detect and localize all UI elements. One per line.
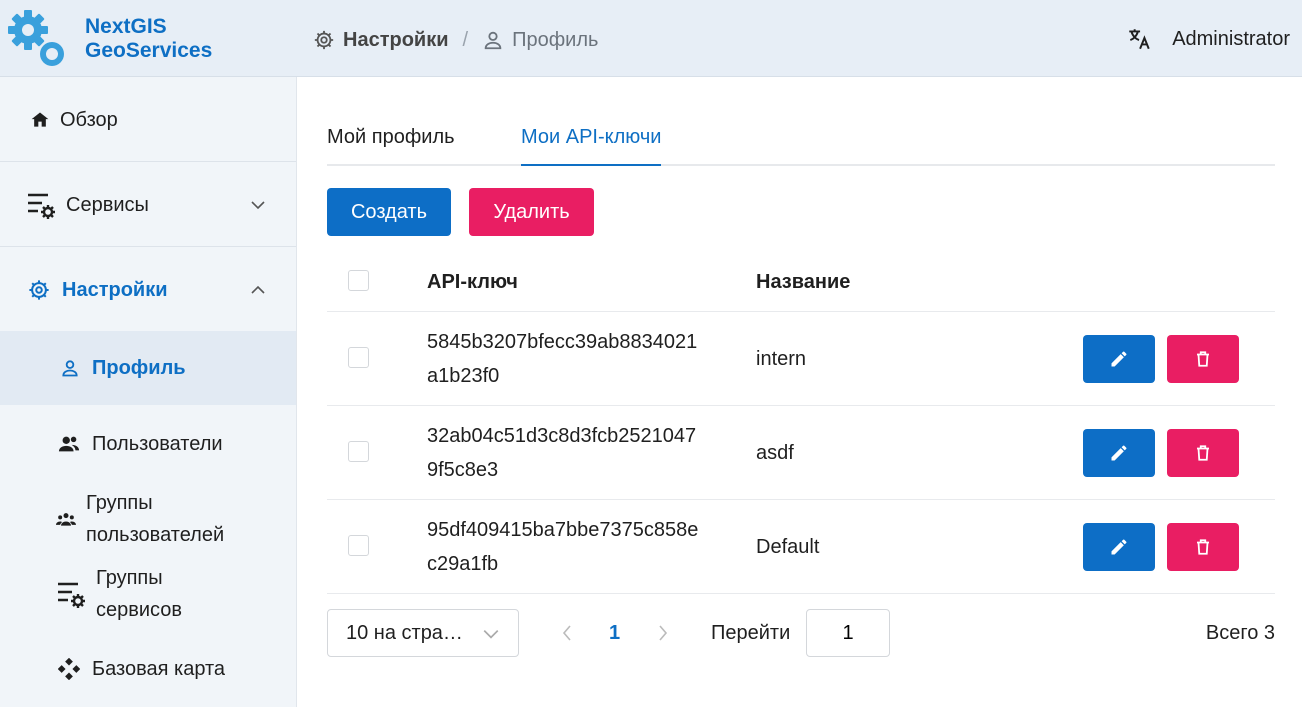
row-checkbox[interactable]	[348, 347, 369, 368]
column-header-key: API-ключ	[427, 271, 518, 293]
table-header: API-ключ Название	[327, 250, 1275, 312]
delete-row-button[interactable]	[1167, 335, 1239, 383]
trash-icon	[1197, 539, 1209, 555]
goto-page-input[interactable]	[806, 609, 890, 657]
tab-my-api-keys[interactable]: Мои API-ключи	[521, 126, 662, 166]
tab-label: Мои API-ключи	[521, 126, 662, 148]
tab-my-profile[interactable]: Мой профиль	[327, 126, 455, 166]
user-icon	[484, 31, 502, 50]
logo-gears-icon[interactable]	[6, 6, 72, 72]
table-row: 32ab04c51d3c8d3fcb2521047 9f5c8e3 asdf	[327, 406, 1275, 500]
sidebar-item-label: Пользователи	[92, 432, 223, 455]
gear-icon	[314, 30, 334, 50]
brand-line2: GeoServices	[85, 39, 213, 62]
gear-icon	[28, 279, 50, 301]
breadcrumb-settings[interactable]: Настройки	[313, 29, 449, 52]
sidebar-item-service-groups[interactable]: Группы сервисов	[0, 562, 296, 626]
service-groups-icon	[56, 579, 88, 609]
page-size-value: 10 на стра…	[346, 621, 463, 644]
pencil-icon	[1111, 445, 1127, 461]
api-key-line2: a1b23f0	[427, 365, 500, 387]
page-size-select[interactable]: 10 на стра…	[327, 609, 519, 657]
sidebar-item-label: Профиль	[92, 356, 186, 379]
breadcrumb-settings-label: Настройки	[343, 28, 449, 51]
sidebar-item-label: Группы сервисов	[96, 562, 182, 626]
pencil-icon	[1111, 351, 1127, 367]
api-key-line1: 95df409415ba7bbe7375c858e	[427, 519, 699, 541]
sidebar-item-label: Сервисы	[66, 193, 149, 216]
chevron-down-icon	[483, 630, 499, 639]
trash-icon	[1197, 445, 1209, 461]
profile-tabs: Мой профиль Мои API-ключи	[327, 120, 1275, 166]
api-key-line1: 32ab04c51d3c8d3fcb2521047	[427, 425, 697, 447]
sidebar-item-label: Настройки	[62, 278, 168, 301]
sidebar-item-settings[interactable]: Настройки	[0, 273, 296, 307]
sidebar-item-overview[interactable]: Обзор	[0, 103, 296, 137]
sidebar-item-profile[interactable]: Профиль	[0, 331, 296, 405]
sidebar-item-label: Базовая карта	[92, 657, 226, 680]
sidebar-item-label: Группы пользователей	[86, 487, 224, 551]
column-header-name: Название	[756, 271, 851, 293]
create-button[interactable]: Создать	[327, 188, 451, 236]
sidebar-item-label-line2: сервисов	[96, 599, 183, 621]
breadcrumb-profile-label: Профиль	[512, 28, 599, 51]
tab-label: Мой профиль	[327, 126, 455, 148]
divider	[0, 161, 296, 162]
edit-button[interactable]	[1083, 429, 1155, 477]
translate-icon[interactable]	[1126, 26, 1152, 52]
edit-button[interactable]	[1083, 523, 1155, 571]
breadcrumb-separator: /	[462, 28, 469, 51]
sidebar-item-user-groups[interactable]: Группы пользователей	[0, 487, 296, 551]
row-checkbox[interactable]	[348, 441, 369, 462]
user-name[interactable]: Administrator	[1172, 28, 1290, 51]
total-count: Всего 3	[1205, 622, 1275, 644]
user-groups-icon	[56, 511, 76, 527]
api-key-value: 95df409415ba7bbe7375c858e c29a1fb	[427, 513, 727, 581]
prev-page-icon[interactable]	[560, 622, 574, 644]
edit-button[interactable]	[1083, 335, 1155, 383]
home-icon	[30, 110, 50, 130]
delete-row-button[interactable]	[1167, 523, 1239, 571]
brand-line1: NextGIS	[85, 15, 167, 38]
sidebar-item-label: Обзор	[60, 108, 118, 131]
pencil-icon	[1111, 539, 1127, 555]
user-icon	[60, 358, 80, 378]
delete-row-button[interactable]	[1167, 429, 1239, 477]
delete-button[interactable]: Удалить	[469, 188, 594, 236]
api-key-name: asdf	[756, 442, 794, 464]
api-key-name: Default	[756, 536, 820, 558]
api-key-value: 32ab04c51d3c8d3fcb2521047 9f5c8e3	[427, 419, 727, 487]
brand-name: NextGIS GeoServices	[85, 15, 212, 63]
users-icon	[58, 434, 80, 454]
breadcrumb: Настройки / Профиль	[313, 28, 598, 52]
sidebar-item-label-line1: Группы	[96, 567, 163, 589]
page-number-current[interactable]: 1	[609, 622, 620, 645]
sidebar-item-label-line2: пользователей	[86, 524, 225, 546]
api-key-line1: 5845b3207bfecc39ab8834021	[427, 331, 698, 353]
sidebar-item-services[interactable]: Сервисы	[0, 187, 296, 223]
api-key-value: 5845b3207bfecc39ab8834021 a1b23f0	[427, 325, 727, 393]
select-all-checkbox[interactable]	[348, 270, 369, 291]
divider	[0, 246, 296, 247]
next-page-icon[interactable]	[656, 622, 670, 644]
goto-label: Перейти	[711, 622, 791, 644]
header-right: Administrator	[1126, 26, 1290, 52]
sidebar: Обзор Сервисы Настройки Профиль Пользова…	[0, 77, 297, 707]
api-key-line2: c29a1fb	[427, 553, 499, 575]
breadcrumb-profile: Профиль	[482, 29, 598, 52]
chevron-up-icon	[251, 285, 265, 294]
row-checkbox[interactable]	[348, 535, 369, 556]
basemap-icon	[58, 658, 80, 680]
api-key-line2: 9f5c8e3	[427, 459, 499, 481]
chevron-down-icon	[251, 201, 265, 210]
services-icon	[26, 190, 58, 220]
app-header: NextGIS GeoServices Настройки / Профиль …	[0, 0, 1302, 77]
trash-icon	[1197, 351, 1209, 367]
api-key-name: intern	[756, 348, 807, 370]
table-row: 5845b3207bfecc39ab8834021 a1b23f0 intern	[327, 312, 1275, 406]
sidebar-item-users[interactable]: Пользователи	[0, 427, 296, 461]
sidebar-item-label-line1: Группы	[86, 492, 153, 514]
sidebar-item-basemap[interactable]: Базовая карта	[0, 652, 296, 686]
table-row: 95df409415ba7bbe7375c858e c29a1fb Defaul…	[327, 500, 1275, 594]
